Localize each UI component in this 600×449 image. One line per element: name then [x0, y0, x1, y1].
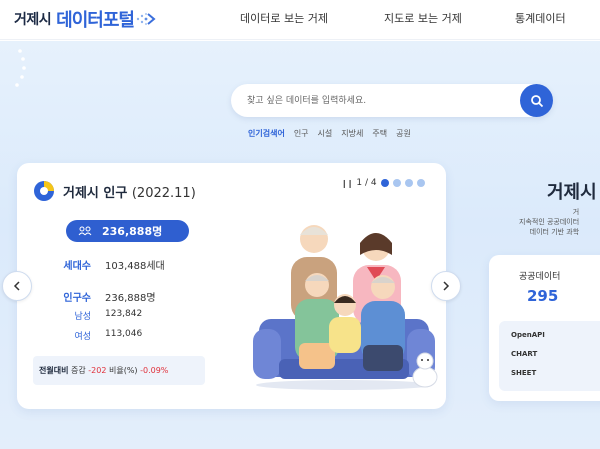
description-line: 거: [572, 208, 580, 216]
decorative-dots-icon: [15, 49, 26, 87]
logo-city-text: 거제시: [14, 12, 52, 28]
search-input[interactable]: [247, 84, 517, 117]
data-type-item[interactable]: SHEET: [511, 369, 536, 377]
compare-rate: -0.09%: [140, 366, 169, 375]
data-type-item[interactable]: OpenAPI: [511, 331, 545, 339]
search-button[interactable]: [520, 84, 553, 117]
people-icon: [78, 226, 92, 236]
stat-row-label: 세대수: [63, 261, 91, 272]
search-bar: [231, 84, 553, 117]
site-logo[interactable]: 거제시 데이터포털: [14, 6, 156, 32]
card-title-year: (2022.11): [131, 186, 196, 201]
population-badge-value: 236,888명: [102, 225, 163, 238]
population-card: 거제시 인구 (2022.11) ❙❙ 1 / 4 236,888명 세대수 1…: [17, 163, 446, 409]
popular-keywords-label: 인기검색어: [248, 129, 285, 138]
card-title-text: 거제시 인구: [63, 186, 128, 201]
popular-keyword[interactable]: 지방세: [341, 128, 363, 139]
stat-row-label: 남성: [74, 312, 91, 322]
stat-row-value: 113,046: [105, 329, 143, 339]
pager-dot[interactable]: [416, 179, 425, 187]
search-icon: [530, 94, 543, 107]
pager-count: 1 / 4: [356, 178, 377, 188]
family-illustration: [253, 225, 438, 390]
public-data-count: 295: [527, 287, 559, 305]
site-header: 거제시 데이터포털 데이터로 보는 거제 지도로 보는 거제 통계데이터: [0, 0, 600, 40]
nav-data-geoje[interactable]: 데이터로 보는 거제: [240, 10, 328, 26]
chevron-right-icon: [443, 281, 450, 291]
right-panel-title: 거제시: [547, 182, 597, 203]
chevron-left-icon: [13, 281, 20, 291]
description-line: 지속적인 공공데이터: [519, 218, 580, 226]
stat-row-label: 인구수: [63, 293, 91, 304]
popular-keyword[interactable]: 공원: [396, 128, 411, 139]
stat-row-value: 123,842: [105, 309, 143, 319]
pager-dot[interactable]: [404, 179, 413, 187]
popular-keyword[interactable]: 주택: [372, 128, 387, 139]
pager-dot[interactable]: [380, 179, 389, 187]
compare-text: 비율(%): [108, 366, 138, 375]
public-data-card[interactable]: 공공데이터 295 OpenAPI CHART SHEET: [489, 255, 600, 401]
compare-change: -202: [88, 366, 107, 375]
compare-label: 전월대비: [39, 366, 69, 375]
card-title: 거제시 인구 (2022.11): [63, 182, 196, 201]
card-pager: ❙❙ 1 / 4: [341, 178, 425, 188]
public-data-label: 공공데이터: [519, 272, 561, 282]
prev-slide-button[interactable]: [2, 271, 32, 301]
logo-arrow-icon: [136, 12, 156, 26]
main-area: 인기검색어 인구 시설 지방세 주택 공원 거제시 인구 (2022.11) ❙…: [0, 41, 600, 449]
description-line: 데이터 기반 과학: [529, 228, 580, 236]
pause-icon[interactable]: ❙❙: [341, 179, 353, 188]
popular-keywords: 인기검색어 인구 시설 지방세 주택 공원: [248, 128, 411, 139]
nav-map-geoje[interactable]: 지도로 보는 거제: [384, 10, 462, 26]
pager-dot[interactable]: [392, 179, 401, 187]
compare-text: 증감: [71, 366, 86, 375]
population-badge: 236,888명: [66, 220, 189, 242]
right-panel-description: 거 지속적인 공공데이터 데이터 기반 과학: [519, 207, 579, 237]
stat-row-value: 103,488세대: [105, 261, 165, 272]
nav-statistics[interactable]: 통계데이터: [515, 10, 566, 26]
popular-keyword[interactable]: 시설: [318, 128, 333, 139]
stat-row-value: 236,888명: [105, 293, 156, 304]
month-compare-box: 전월대비 증감 -202 비율(%) -0.09%: [33, 356, 205, 385]
data-type-item[interactable]: CHART: [511, 350, 537, 358]
popular-keyword[interactable]: 인구: [294, 128, 309, 139]
stat-row-label: 여성: [74, 332, 91, 342]
logo-portal-text: 데이터포털: [56, 10, 135, 31]
population-chart-icon: [34, 181, 54, 201]
next-slide-button[interactable]: [431, 271, 461, 301]
data-type-list: OpenAPI CHART SHEET: [499, 321, 600, 391]
